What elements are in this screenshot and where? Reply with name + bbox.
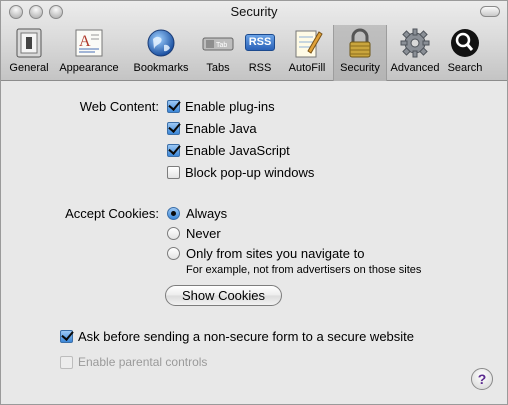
help-button[interactable]: ? — [471, 368, 493, 390]
tab-tabs[interactable]: Tab Tabs — [197, 25, 239, 81]
tab-security[interactable]: Security — [333, 25, 387, 81]
tab-search[interactable]: Search — [443, 25, 487, 81]
block-popups-checkbox[interactable]: Block pop-up windows — [167, 165, 314, 180]
typography-icon: A — [73, 27, 105, 59]
checkbox-label: Ask before sending a non-secure form to … — [78, 329, 415, 344]
radio-button[interactable] — [167, 247, 180, 260]
preferences-toolbar: General A Appearance Bookmarks Tab Tabs … — [5, 25, 487, 81]
padlock-icon — [344, 27, 376, 59]
enable-plugins-checkbox[interactable]: Enable plug-ins — [167, 99, 275, 114]
gear-icon — [399, 27, 431, 59]
radio-button[interactable] — [167, 227, 180, 240]
svg-text:A: A — [79, 33, 91, 50]
rss-badge: RSS — [245, 34, 275, 51]
cookies-never-radio[interactable]: Never — [167, 226, 221, 241]
radio-label: Only from sites you navigate to — [186, 246, 365, 261]
tabs-icon: Tab — [202, 27, 234, 59]
accept-cookies-label: Accept Cookies: — [65, 206, 159, 221]
tab-advanced[interactable]: Advanced — [387, 25, 443, 81]
radio-button[interactable] — [167, 207, 180, 220]
checkbox-box[interactable] — [167, 122, 180, 135]
pen-notepad-icon — [291, 27, 323, 59]
show-cookies-button[interactable]: Show Cookies — [165, 285, 282, 306]
magnifier-icon — [449, 27, 481, 59]
tab-rss[interactable]: RSS RSS — [239, 25, 281, 81]
tab-label: Tabs — [206, 62, 230, 74]
tab-label: Bookmarks — [133, 62, 189, 74]
radio-label: Always — [186, 206, 228, 221]
toolbar-toggle-button[interactable] — [480, 6, 500, 17]
checkbox-label: Block pop-up windows — [185, 165, 315, 180]
cookies-only-visited-radio[interactable]: Only from sites you navigate to — [167, 246, 364, 261]
checkbox-box[interactable] — [167, 166, 180, 179]
enable-java-checkbox[interactable]: Enable Java — [167, 121, 257, 136]
tab-label: RSS — [248, 62, 272, 74]
tabs-icon-text: Tab — [216, 42, 227, 49]
enable-javascript-checkbox[interactable]: Enable JavaScript — [167, 143, 290, 158]
tab-bookmarks[interactable]: Bookmarks — [125, 25, 197, 81]
tab-label: Security — [340, 62, 380, 74]
checkbox-box[interactable] — [167, 144, 180, 157]
checkbox-label: Enable JavaScript — [185, 143, 290, 158]
security-preferences-window: Security General A Appearance Bookmarks … — [0, 0, 508, 405]
checkbox-box[interactable] — [167, 100, 180, 113]
title-toolbar: Security General A Appearance Bookmarks … — [1, 1, 507, 81]
window-title: Security — [230, 4, 278, 19]
tab-label: Appearance — [59, 62, 119, 74]
tab-label: General — [9, 62, 49, 74]
nonsecure-form-warning-checkbox[interactable]: Ask before sending a non-secure form to … — [60, 329, 414, 344]
tab-autofill[interactable]: AutoFill — [281, 25, 333, 81]
tab-general[interactable]: General — [5, 25, 53, 81]
cookies-hint-text: For example, not from advertisers on tho… — [186, 264, 422, 276]
checkbox-box[interactable] — [60, 355, 73, 369]
radio-label: Never — [186, 226, 221, 241]
web-content-label: Web Content: — [79, 99, 159, 114]
tab-label: Search — [447, 62, 483, 74]
tab-label: AutoFill — [288, 62, 326, 74]
cookies-always-radio[interactable]: Always — [167, 206, 227, 221]
globe-icon — [145, 27, 177, 59]
switch-icon — [13, 27, 45, 59]
checkbox-label: Enable Java — [185, 121, 257, 136]
parental-controls-checkbox[interactable]: Enable parental controls — [60, 355, 207, 369]
checkbox-label: Enable plug-ins — [185, 99, 275, 114]
rss-icon: RSS — [244, 27, 276, 59]
tab-appearance[interactable]: A Appearance — [53, 25, 125, 81]
tab-label: Advanced — [390, 62, 440, 74]
checkbox-label: Enable parental controls — [78, 355, 208, 369]
checkbox-box[interactable] — [60, 330, 73, 343]
